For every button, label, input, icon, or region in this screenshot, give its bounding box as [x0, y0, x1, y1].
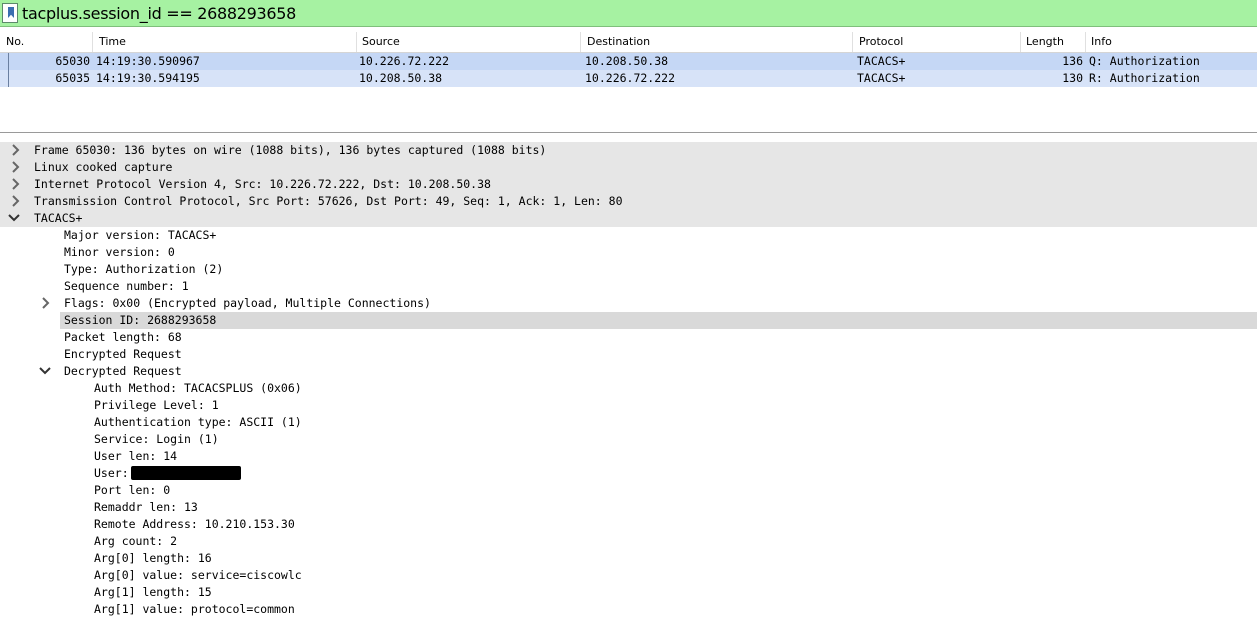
packet-length: 136	[1062, 54, 1083, 68]
tree-item-label: TACACS+	[34, 211, 83, 225]
tree-item-tcp[interactable]: Transmission Control Protocol, Src Port:…	[0, 193, 1257, 210]
tree-item-label: Frame 65030: 136 bytes on wire (1088 bit…	[34, 143, 547, 157]
column-info[interactable]: Info	[1091, 35, 1112, 48]
tree-item-tacacs[interactable]: TACACS+	[0, 210, 1257, 227]
column-time[interactable]: Time	[99, 35, 126, 48]
display-filter-bar[interactable]: tacplus.session_id == 2688293658	[0, 0, 1257, 27]
tree-item-arg0-value[interactable]: Arg[0] value: service=ciscowlc	[0, 567, 1257, 584]
tree-item-frame[interactable]: Frame 65030: 136 bytes on wire (1088 bit…	[0, 142, 1257, 159]
packet-row[interactable]: 65030 14:19:30.590967 10.226.72.222 10.2…	[0, 53, 1257, 70]
column-source[interactable]: Source	[362, 35, 400, 48]
bookmark-icon[interactable]	[2, 3, 18, 23]
tree-item-port-len[interactable]: Port len: 0	[0, 482, 1257, 499]
tree-item-remote-address[interactable]: Remote Address: 10.210.153.30	[0, 516, 1257, 533]
packet-no: 65030	[55, 54, 90, 68]
column-protocol[interactable]: Protocol	[859, 35, 903, 48]
filter-text[interactable]: tacplus.session_id == 2688293658	[22, 4, 296, 23]
tree-item-arg1-length[interactable]: Arg[1] length: 15	[0, 584, 1257, 601]
tree-item-user-len[interactable]: User len: 14	[0, 448, 1257, 465]
packet-source: 10.208.50.38	[359, 71, 443, 85]
packet-no: 65035	[55, 71, 90, 85]
user-label: User:	[94, 466, 129, 480]
tree-item-arg0-length[interactable]: Arg[0] length: 16	[0, 550, 1257, 567]
tree-item-user[interactable]: User:	[0, 465, 1257, 482]
chevron-right-icon[interactable]	[10, 195, 22, 207]
tree-item-remaddr-len[interactable]: Remaddr len: 13	[0, 499, 1257, 516]
packet-destination: 10.208.50.38	[585, 54, 669, 68]
tree-item-service[interactable]: Service: Login (1)	[0, 431, 1257, 448]
packet-info: R: Authorization	[1089, 71, 1200, 85]
packet-row[interactable]: 65035 14:19:30.594195 10.208.50.38 10.22…	[0, 70, 1257, 87]
packet-list[interactable]: No. Time Source Destination Protocol Len…	[0, 28, 1257, 133]
tree-item-linux-cooked[interactable]: Linux cooked capture	[0, 159, 1257, 176]
chevron-right-icon[interactable]	[40, 297, 52, 309]
tree-item-sequence-number[interactable]: Sequence number: 1	[0, 278, 1257, 295]
tree-item-label: Transmission Control Protocol, Src Port:…	[34, 194, 623, 208]
tree-item-arg1-value[interactable]: Arg[1] value: protocol=common	[0, 601, 1257, 618]
chevron-right-icon[interactable]	[10, 144, 22, 156]
packet-info: Q: Authorization	[1089, 54, 1200, 68]
packet-details-tree[interactable]: Frame 65030: 136 bytes on wire (1088 bit…	[0, 141, 1257, 630]
tree-item-packet-length[interactable]: Packet length: 68	[0, 329, 1257, 346]
redaction-mark	[130, 466, 241, 480]
chevron-down-icon[interactable]	[39, 365, 51, 377]
packet-protocol: TACACS+	[857, 71, 906, 85]
tree-item-auth-method[interactable]: Auth Method: TACACSPLUS (0x06)	[0, 380, 1257, 397]
chevron-down-icon[interactable]	[8, 212, 20, 224]
packet-time: 14:19:30.594195	[96, 71, 200, 85]
column-no[interactable]: No.	[6, 35, 24, 48]
tree-item-decrypted-request[interactable]: Decrypted Request	[0, 363, 1257, 380]
tree-item-flags[interactable]: Flags: 0x00 (Encrypted payload, Multiple…	[0, 295, 1257, 312]
tree-item-authentication-type[interactable]: Authentication type: ASCII (1)	[0, 414, 1257, 431]
chevron-right-icon[interactable]	[10, 161, 22, 173]
column-length[interactable]: Length	[1026, 35, 1064, 48]
tree-item-session-id[interactable]: Session ID: 2688293658	[60, 312, 1257, 329]
tree-item-ip[interactable]: Internet Protocol Version 4, Src: 10.226…	[0, 176, 1257, 193]
packet-source: 10.226.72.222	[359, 54, 450, 68]
packet-destination: 10.226.72.222	[585, 71, 676, 85]
tree-item-arg-count[interactable]: Arg count: 2	[0, 533, 1257, 550]
tree-item-major-version[interactable]: Major version: TACACS+	[0, 227, 1257, 244]
tree-item-encrypted-request[interactable]: Encrypted Request	[0, 346, 1257, 363]
column-header: No. Time Source Destination Protocol Len…	[0, 30, 1257, 53]
packet-time: 14:19:30.590967	[96, 54, 200, 68]
tree-item-privilege-level[interactable]: Privilege Level: 1	[0, 397, 1257, 414]
chevron-right-icon[interactable]	[10, 178, 22, 190]
tree-item-label: Internet Protocol Version 4, Src: 10.226…	[34, 177, 491, 191]
tree-item-label: Linux cooked capture	[34, 160, 173, 174]
column-destination[interactable]: Destination	[587, 35, 650, 48]
packet-length: 130	[1062, 71, 1083, 85]
tree-item-type[interactable]: Type: Authorization (2)	[0, 261, 1257, 278]
tree-item-minor-version[interactable]: Minor version: 0	[0, 244, 1257, 261]
packet-protocol: TACACS+	[857, 54, 906, 68]
